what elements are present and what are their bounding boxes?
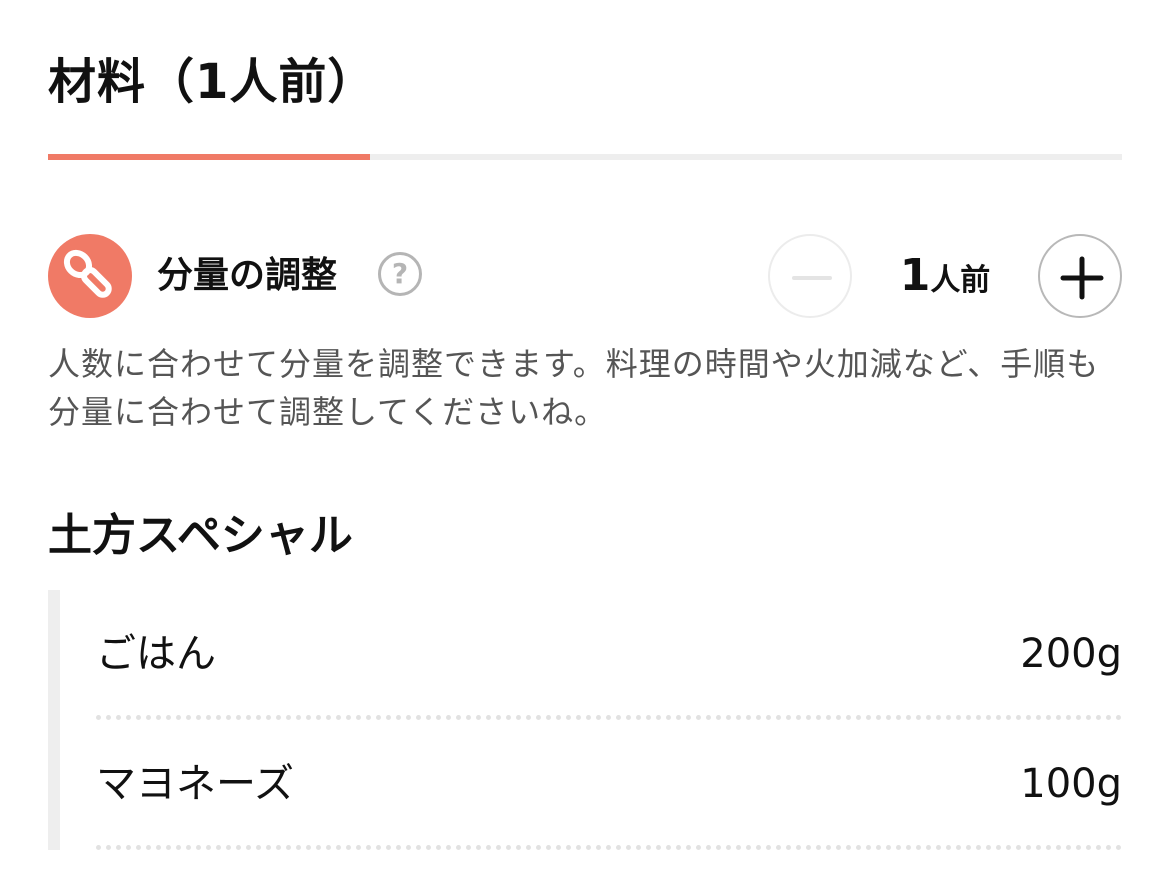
ingredient-list: ごはん 200g マヨネーズ 100g bbox=[48, 590, 1122, 850]
serving-count-display: 1人前 bbox=[880, 248, 1010, 313]
decrease-serving-button[interactable] bbox=[768, 234, 852, 318]
plus-icon bbox=[1060, 256, 1104, 300]
ingredient-group-title: 土方スペシャル bbox=[48, 510, 353, 561]
serving-unit: 人前 bbox=[930, 263, 991, 298]
section-tab-track bbox=[48, 154, 1122, 160]
serving-adjust-label: 分量の調整 bbox=[157, 255, 338, 296]
question-circle-icon[interactable]: ? bbox=[378, 252, 422, 296]
ingredient-amount: 200g bbox=[1020, 631, 1122, 677]
help-symbol: ? bbox=[391, 257, 409, 290]
spoon-icon bbox=[48, 234, 132, 318]
ingredient-name: ごはん bbox=[96, 631, 216, 677]
serving-adjust-description: 人数に合わせて分量を調整できます。料理の時間や火加減など、手順も分量に合わせて調… bbox=[48, 345, 1100, 431]
minus-icon bbox=[792, 276, 832, 280]
ingredients-title: 材料（1人前） bbox=[48, 54, 377, 110]
increase-serving-button[interactable] bbox=[1038, 234, 1122, 318]
ingredient-row: マヨネーズ 100g bbox=[96, 720, 1122, 850]
section-tab-indicator bbox=[48, 154, 371, 160]
ingredient-row: ごはん 200g bbox=[96, 590, 1122, 720]
ingredient-amount: 100g bbox=[1020, 761, 1122, 807]
ingredient-name: マヨネーズ bbox=[96, 761, 294, 807]
serving-count: 1 bbox=[899, 250, 931, 301]
